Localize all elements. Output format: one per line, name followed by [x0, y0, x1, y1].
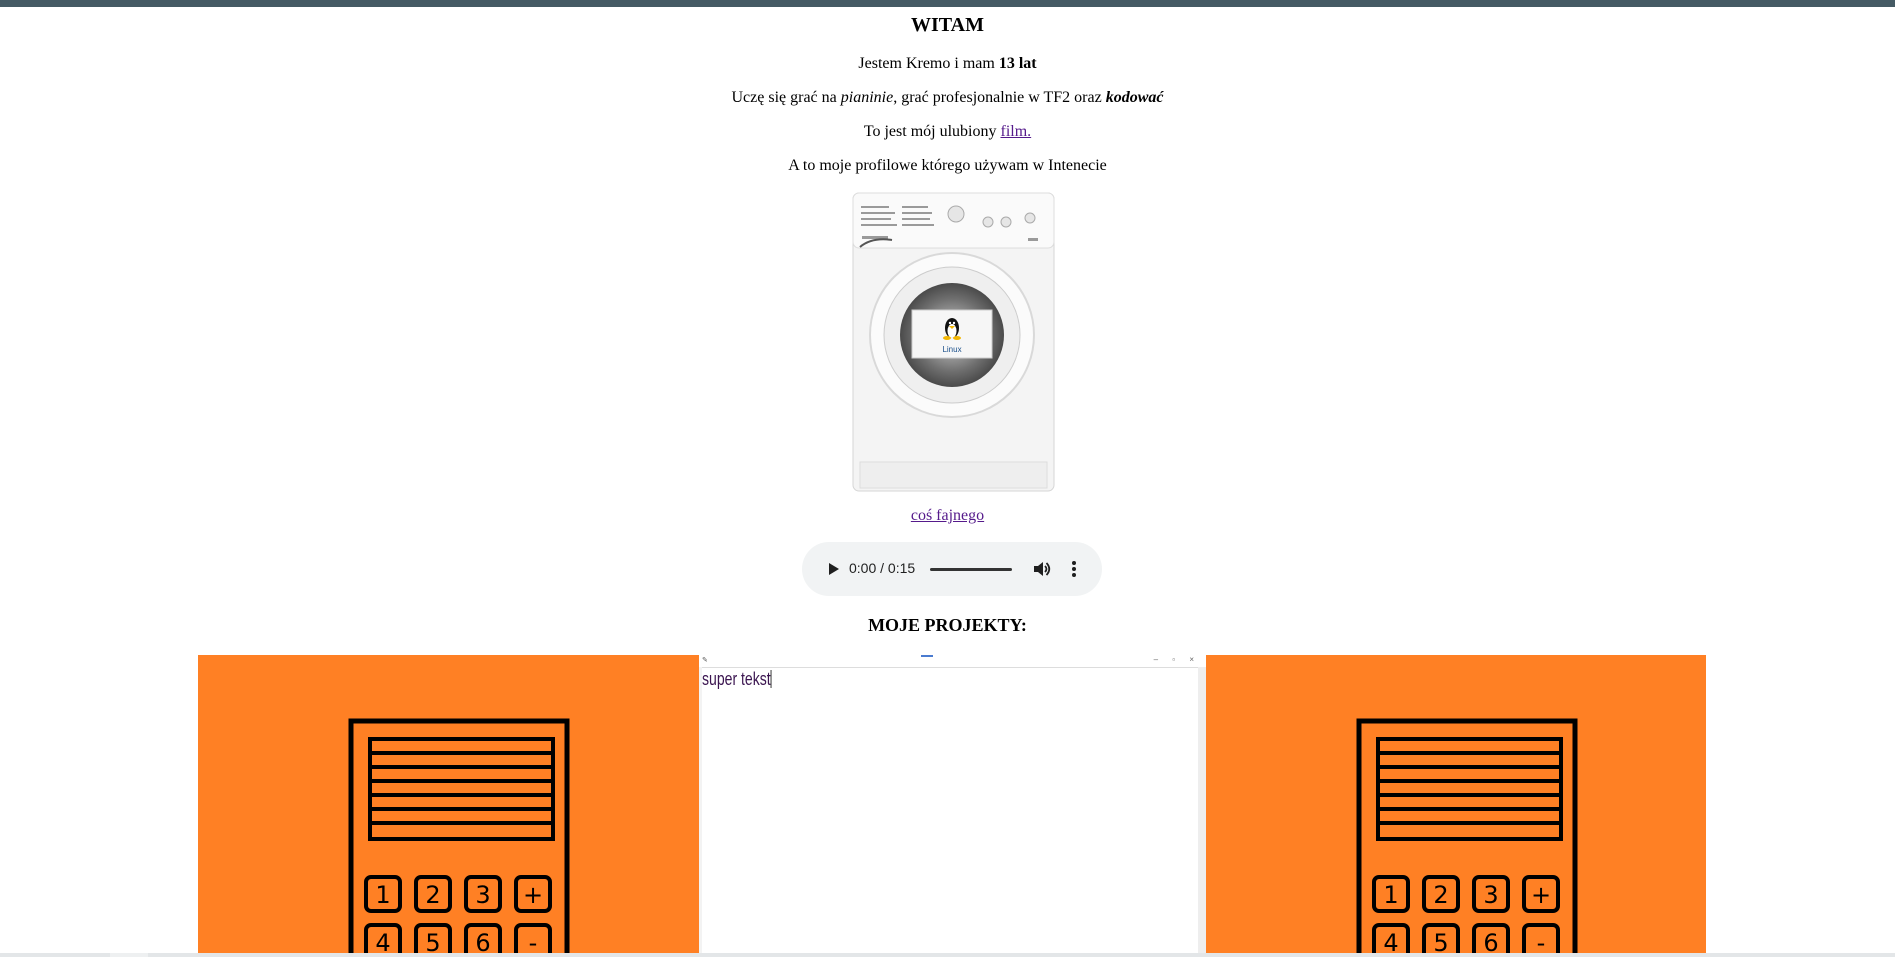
- calc-key: 5: [425, 929, 440, 955]
- hobbies-text-1: Uczę się grać na: [731, 89, 841, 106]
- horizontal-scrollbar[interactable]: [0, 953, 1895, 957]
- notepad-text-area: super tekst: [702, 669, 772, 690]
- calc-key: 3: [475, 881, 490, 909]
- page-heading-wrap: WITAM: [0, 14, 1895, 37]
- movie-text: To jest mój ulubiony: [863, 123, 1001, 140]
- projects-title-wrap: MOJE PROJEKTY:: [0, 615, 1895, 636]
- play-icon[interactable]: [822, 558, 844, 580]
- window-controls-icon: – ▫ ×: [1153, 655, 1200, 664]
- calc-key: 1: [375, 881, 390, 909]
- calc-key: -: [1537, 929, 1546, 955]
- calc-key: 2: [1433, 881, 1448, 909]
- page-title: WITAM: [911, 14, 984, 36]
- avatar-caption: A to moje profilowe którego używam w Int…: [788, 157, 1107, 174]
- calc-key: 6: [1483, 929, 1498, 955]
- notepad-scrollbar: [1198, 667, 1206, 955]
- calc-key: +: [523, 881, 543, 909]
- movie-line: To jest mój ulubiony film.: [0, 123, 1895, 141]
- calc-key: 5: [1433, 929, 1448, 955]
- piano-text: pianinie: [840, 89, 894, 106]
- calc-key: +: [1531, 881, 1551, 909]
- calc-key: 2: [425, 881, 440, 909]
- audio-time: 0:00 / 0:15: [849, 560, 916, 576]
- top-bar: [0, 0, 1895, 7]
- cool-link-line: coś fajnego: [0, 507, 1895, 525]
- avatar-caption-line: A to moje profilowe którego używam w Int…: [0, 157, 1895, 175]
- movie-link[interactable]: film.: [1000, 123, 1031, 140]
- notepad-text: super tekst: [702, 669, 771, 689]
- coding-text: kodować: [1105, 89, 1164, 106]
- notepad-left-edge: [699, 667, 702, 955]
- scrollbar-thumb[interactable]: [110, 953, 148, 957]
- audio-player[interactable]: 0:00 / 0:15: [802, 542, 1102, 596]
- volume-icon[interactable]: [1031, 558, 1053, 580]
- hobbies-text-2: , grać profesjonalnie w TF2 oraz: [893, 89, 1106, 106]
- intro-line: Jestem Kremo i mam 13 lat: [0, 55, 1895, 73]
- notepad-title-accent: [921, 655, 933, 657]
- notepad-titlebar: ✎ – ▫ ×: [699, 655, 1206, 668]
- project-calculator-2[interactable]: 1 2 3 + 4 5 6 -: [1206, 655, 1706, 955]
- projects-title: MOJE PROJEKTY:: [868, 615, 1027, 635]
- linux-logo-text: Linux: [942, 345, 961, 354]
- calc-key: 1: [1383, 881, 1398, 909]
- age-text: 13 lat: [998, 55, 1037, 72]
- profile-image: Linux: [852, 192, 1055, 492]
- calc-key: 4: [375, 929, 390, 955]
- text-caret: [770, 670, 772, 688]
- hobbies-line: Uczę się grać na pianinie, grać profesjo…: [0, 89, 1895, 107]
- calc-key: 3: [1483, 881, 1498, 909]
- project-calculator-1[interactable]: 1 2 3 + 4 5 6 -: [198, 655, 699, 955]
- calculator-drawing: 1 2 3 + 4 5 6 -: [1356, 718, 1578, 955]
- calculator-drawing: 1 2 3 + 4 5 6 -: [348, 718, 570, 955]
- calc-key: -: [529, 929, 538, 955]
- audio-progress-bar[interactable]: [930, 568, 1012, 571]
- calc-key: 4: [1383, 929, 1398, 955]
- more-vert-icon[interactable]: [1068, 558, 1080, 580]
- cool-link[interactable]: coś fajnego: [911, 507, 984, 524]
- project-notepad[interactable]: ✎ – ▫ × super tekst: [699, 655, 1206, 955]
- notepad-title-icon: ✎: [702, 657, 708, 664]
- intro-text: Jestem Kremo i mam: [858, 55, 999, 72]
- calc-key: 6: [475, 929, 490, 955]
